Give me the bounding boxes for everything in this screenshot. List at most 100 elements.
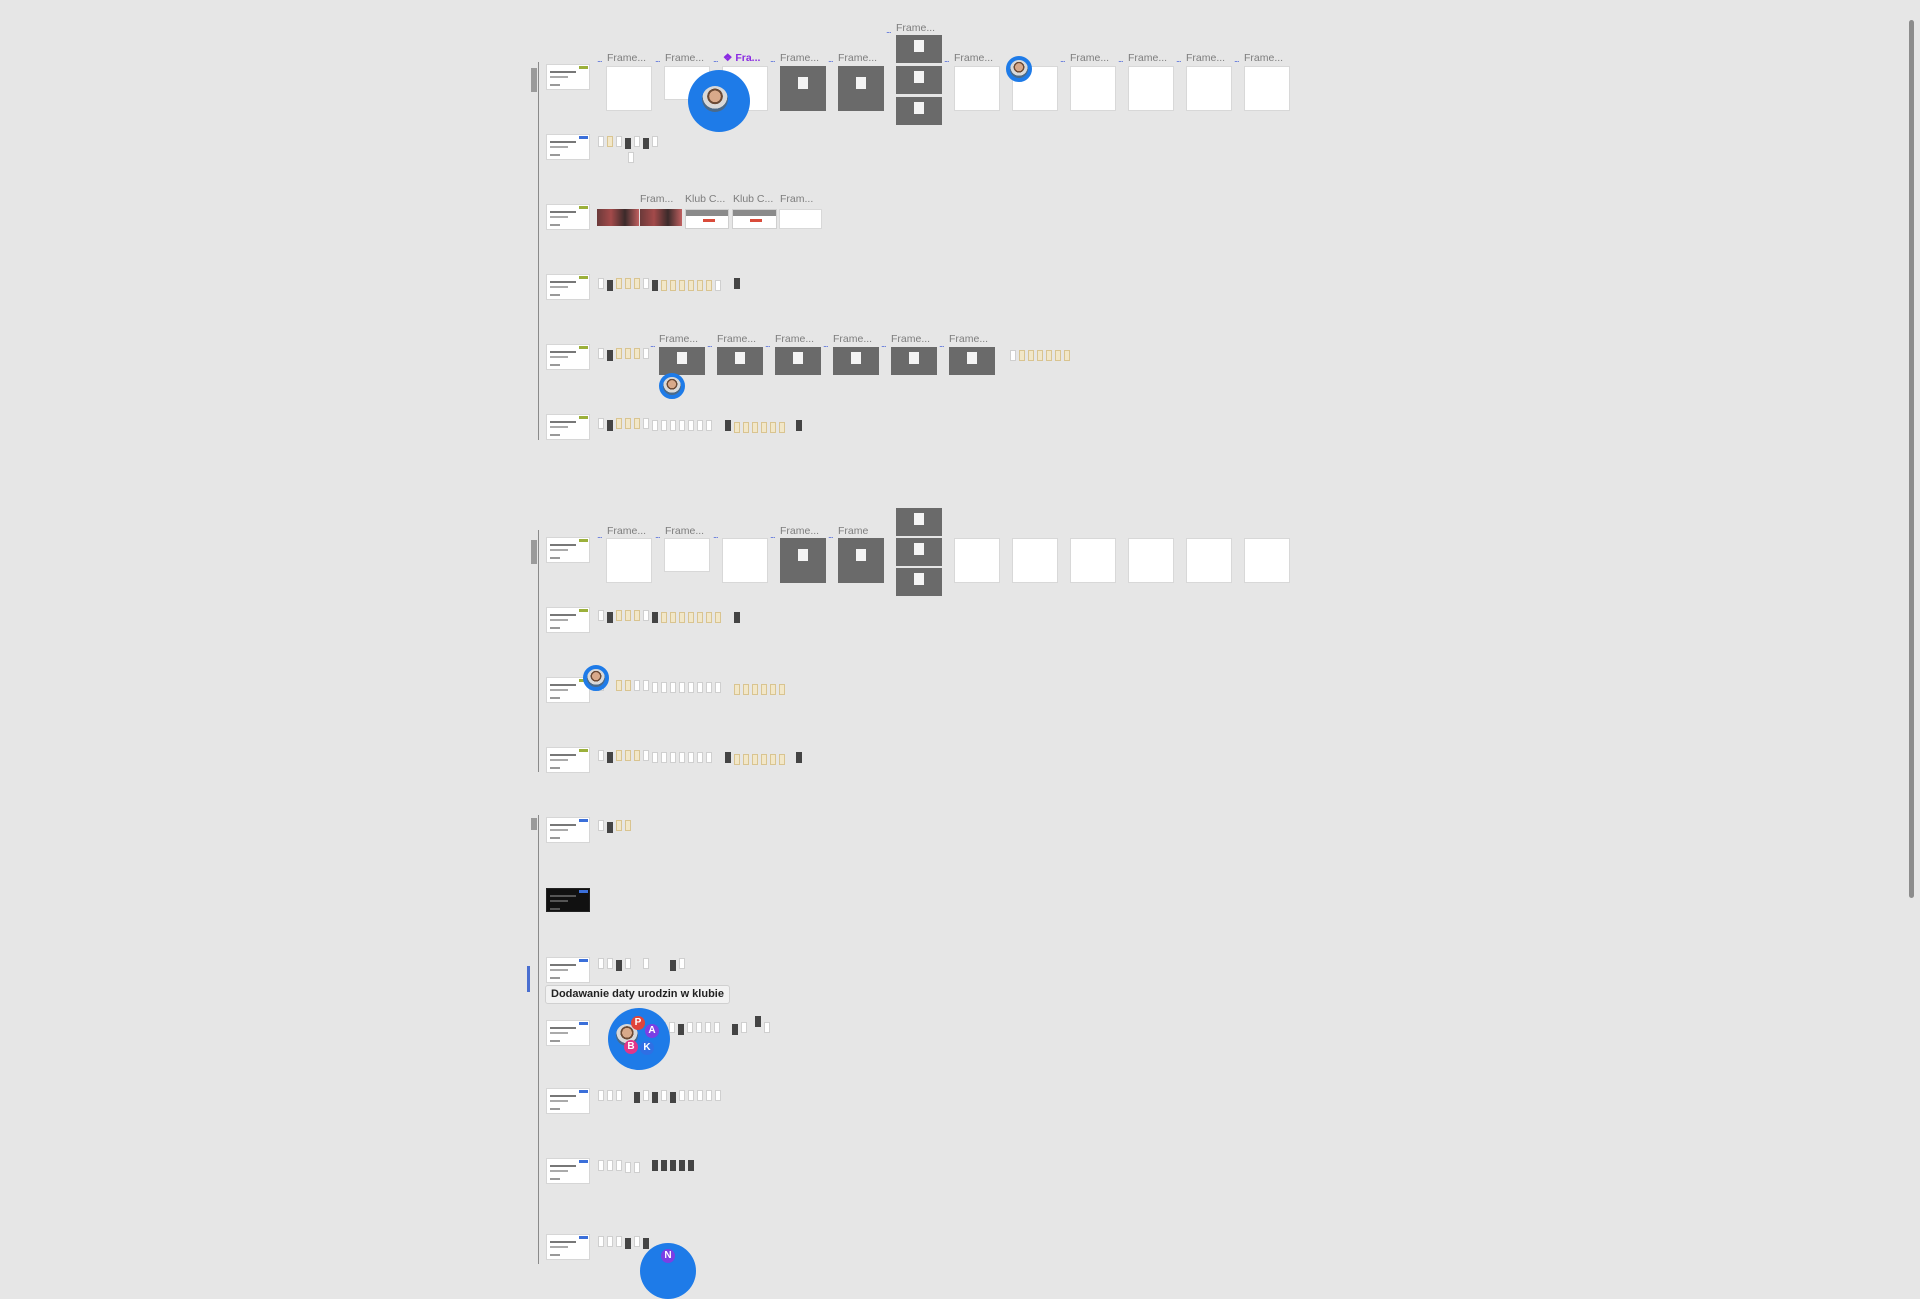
frame-label[interactable]: Frame... xyxy=(954,52,993,64)
screen-frame[interactable] xyxy=(1070,66,1116,111)
mini-frame[interactable] xyxy=(598,958,604,969)
mini-frame[interactable] xyxy=(607,958,613,969)
mini-frame[interactable] xyxy=(652,420,658,431)
mini-frame[interactable] xyxy=(616,136,622,147)
mini-frame[interactable] xyxy=(625,680,631,691)
mini-frame[interactable] xyxy=(670,682,676,693)
mini-frame[interactable] xyxy=(1046,350,1052,361)
mini-frame[interactable] xyxy=(625,958,631,969)
screen-frame[interactable] xyxy=(1244,538,1290,583)
mini-frame[interactable] xyxy=(607,136,613,147)
mini-frame[interactable] xyxy=(643,348,649,359)
mini-frame[interactable] xyxy=(688,682,694,693)
web-screen-frame[interactable] xyxy=(732,209,777,229)
mini-frame[interactable] xyxy=(607,280,613,291)
modal-screen-frame[interactable] xyxy=(717,347,763,375)
flow-description-card[interactable] xyxy=(546,204,590,230)
screen-frame[interactable] xyxy=(1012,538,1058,583)
collaborator-avatar[interactable] xyxy=(688,70,750,132)
frame-label[interactable]: Frame xyxy=(838,525,868,537)
mini-frame[interactable] xyxy=(661,612,667,623)
mini-frame[interactable] xyxy=(732,1024,738,1035)
frame-label[interactable]: Frame... xyxy=(717,333,756,345)
mini-frame[interactable] xyxy=(796,420,802,431)
mini-frame[interactable] xyxy=(779,422,785,433)
mini-frame[interactable] xyxy=(643,958,649,969)
frame-label[interactable]: Frame... xyxy=(659,333,698,345)
mini-frame[interactable] xyxy=(706,612,712,623)
mini-frame[interactable] xyxy=(625,1238,631,1249)
modal-screen-frame[interactable] xyxy=(896,66,942,94)
mini-frame[interactable] xyxy=(715,612,721,623)
screen-frame[interactable] xyxy=(779,209,822,229)
frame-label[interactable]: Frame... xyxy=(838,52,877,64)
screen-frame[interactable] xyxy=(1128,538,1174,583)
flow-description-card[interactable] xyxy=(546,537,590,563)
mini-frame[interactable] xyxy=(688,420,694,431)
mini-frame[interactable] xyxy=(734,754,740,765)
mini-frame[interactable] xyxy=(616,1236,622,1247)
mini-frame[interactable] xyxy=(652,1160,658,1171)
modal-screen-frame[interactable] xyxy=(896,538,942,566)
mini-frame[interactable] xyxy=(705,1022,711,1033)
mini-frame[interactable] xyxy=(643,680,649,691)
flow-description-card-dark[interactable] xyxy=(546,888,590,912)
frame-label[interactable]: Frame... xyxy=(833,333,872,345)
mini-frame[interactable] xyxy=(625,820,631,831)
mini-frame[interactable] xyxy=(616,1090,622,1101)
mini-frame[interactable] xyxy=(697,752,703,763)
mini-frame[interactable] xyxy=(652,280,658,291)
mini-frame[interactable] xyxy=(607,752,613,763)
mini-frame[interactable] xyxy=(616,1160,622,1171)
screen-frame[interactable] xyxy=(722,538,768,583)
mini-frame[interactable] xyxy=(743,684,749,695)
mini-frame[interactable] xyxy=(598,278,604,289)
mini-frame[interactable] xyxy=(734,612,740,623)
mini-frame[interactable] xyxy=(670,280,676,291)
mini-frame[interactable] xyxy=(634,680,640,691)
mini-frame[interactable] xyxy=(634,418,640,429)
mini-frame[interactable] xyxy=(670,1160,676,1171)
mini-frame[interactable] xyxy=(679,1090,685,1101)
mini-frame[interactable] xyxy=(770,422,776,433)
mini-frame[interactable] xyxy=(688,752,694,763)
mini-frame[interactable] xyxy=(679,612,685,623)
mini-frame[interactable] xyxy=(714,1022,720,1033)
mini-frame[interactable] xyxy=(697,280,703,291)
mini-frame[interactable] xyxy=(761,684,767,695)
mini-frame[interactable] xyxy=(743,754,749,765)
mini-frame[interactable] xyxy=(598,1236,604,1247)
scrollbar-thumb[interactable] xyxy=(1909,20,1914,898)
mini-frame[interactable] xyxy=(652,682,658,693)
modal-screen-frame[interactable] xyxy=(896,568,942,596)
frame-label[interactable]: Frame... xyxy=(775,333,814,345)
frame-label[interactable]: Klub C... xyxy=(685,193,725,205)
mini-frame[interactable] xyxy=(607,822,613,833)
component-frame-label[interactable]: ❖ Fra... xyxy=(723,52,760,64)
mini-frame[interactable] xyxy=(625,348,631,359)
mini-frame[interactable] xyxy=(598,348,604,359)
frame-label[interactable]: Frame... xyxy=(1128,52,1167,64)
collaborator-group-avatar[interactable]: N xyxy=(640,1243,696,1299)
flow-description-card[interactable] xyxy=(546,957,590,983)
mini-frame[interactable] xyxy=(670,1092,676,1103)
mini-frame[interactable] xyxy=(616,278,622,289)
mini-frame[interactable] xyxy=(625,418,631,429)
mini-frame[interactable] xyxy=(643,418,649,429)
mini-frame[interactable] xyxy=(761,422,767,433)
screen-frame[interactable] xyxy=(954,66,1000,111)
mini-frame[interactable] xyxy=(688,612,694,623)
frame-label[interactable]: Frame... xyxy=(607,525,646,537)
mini-frame[interactable] xyxy=(679,682,685,693)
mini-frame[interactable] xyxy=(616,680,622,691)
mini-frame[interactable] xyxy=(1037,350,1043,361)
mini-frame[interactable] xyxy=(743,422,749,433)
mini-frame[interactable] xyxy=(734,278,740,289)
mini-frame[interactable] xyxy=(697,682,703,693)
mini-frame[interactable] xyxy=(634,348,640,359)
modal-screen-frame[interactable] xyxy=(775,347,821,375)
modal-screen-frame[interactable] xyxy=(949,347,995,375)
mini-frame[interactable] xyxy=(679,280,685,291)
modal-screen-frame[interactable] xyxy=(659,347,705,375)
mini-frame[interactable] xyxy=(661,280,667,291)
